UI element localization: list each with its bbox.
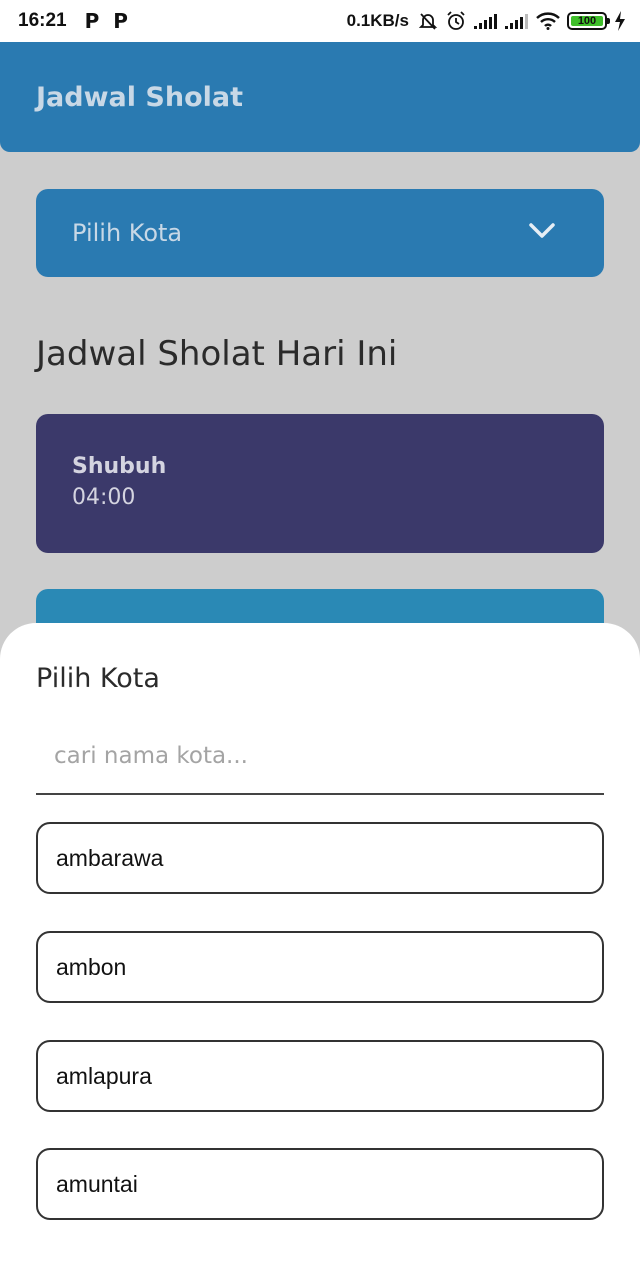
prayer-name: Shubuh xyxy=(72,454,167,479)
notification-icon-p1: P xyxy=(84,9,100,33)
section-title: Jadwal Sholat Hari Ini xyxy=(36,334,398,374)
sheet-title: Pilih Kota xyxy=(36,663,160,694)
charging-icon xyxy=(614,11,626,31)
prayer-card-shubuh: Shubuh 04:00 xyxy=(36,414,604,553)
city-item-amuntai[interactable]: amuntai xyxy=(36,1148,604,1220)
status-time: 16:21 xyxy=(18,10,67,31)
city-item-amlapura[interactable]: amlapura xyxy=(36,1040,604,1112)
city-select-dropdown[interactable]: Pilih Kota xyxy=(36,189,604,277)
signal-icon-2 xyxy=(505,13,529,29)
city-picker-sheet: Pilih Kota ambarawa ambon amlapura amunt… xyxy=(0,623,640,1280)
battery-icon: 100 xyxy=(567,12,610,30)
wifi-icon xyxy=(536,12,560,30)
city-select-label: Pilih Kota xyxy=(72,219,183,247)
notification-icon-p2: P xyxy=(113,9,128,33)
chevron-down-icon xyxy=(528,222,556,245)
status-bar: 16:21 P P 0.1KB/s 100 xyxy=(0,0,640,42)
signal-icon-1 xyxy=(474,13,498,29)
alarm-icon xyxy=(445,10,467,32)
mute-bell-icon xyxy=(418,11,438,31)
app-bar: Jadwal Sholat xyxy=(0,42,640,152)
status-indicators: 0.1KB/s 100 xyxy=(347,10,626,32)
city-search-input[interactable] xyxy=(36,719,604,795)
prayer-time: 04:00 xyxy=(72,485,136,510)
network-speed: 0.1KB/s xyxy=(346,11,409,30)
city-item-ambon[interactable]: ambon xyxy=(36,931,604,1003)
app-title: Jadwal Sholat xyxy=(36,81,244,113)
city-item-ambarawa[interactable]: ambarawa xyxy=(36,822,604,894)
battery-percent: 100 xyxy=(577,15,597,27)
